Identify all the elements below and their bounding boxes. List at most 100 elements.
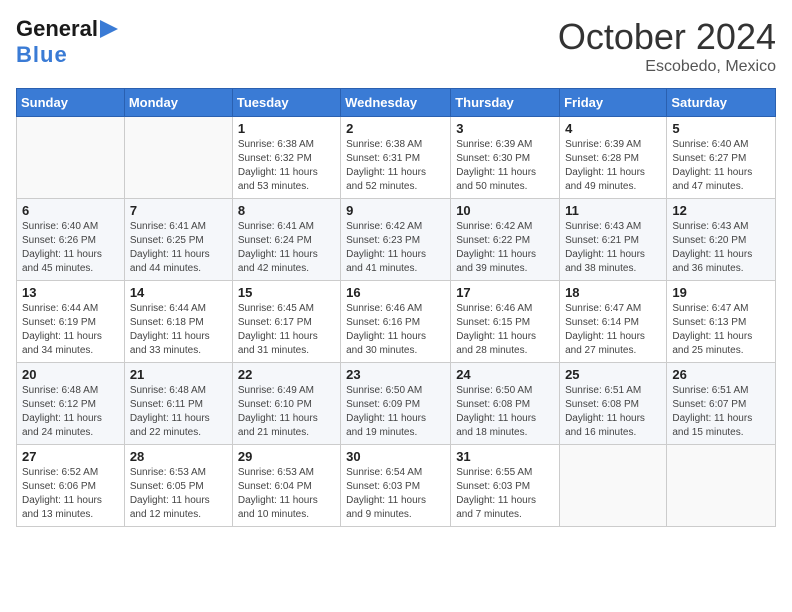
day-number: 12 — [672, 203, 770, 218]
calendar-cell: 13 Sunrise: 6:44 AM Sunset: 6:19 PM Dayli… — [17, 281, 125, 363]
day-info: Sunrise: 6:50 AM Sunset: 6:08 PM Dayligh… — [456, 384, 554, 440]
col-header-monday: Monday — [124, 89, 232, 117]
calendar-cell: 24 Sunrise: 6:50 AM Sunset: 6:08 PM Dayli… — [451, 363, 560, 445]
day-number: 8 — [238, 203, 335, 218]
logo: General Blue — [16, 16, 120, 68]
day-number: 21 — [130, 367, 227, 382]
day-info: Sunrise: 6:55 AM Sunset: 6:03 PM Dayligh… — [456, 466, 554, 522]
day-info: Sunrise: 6:43 AM Sunset: 6:20 PM Dayligh… — [672, 220, 770, 276]
day-number: 24 — [456, 367, 554, 382]
day-info: Sunrise: 6:41 AM Sunset: 6:24 PM Dayligh… — [238, 220, 335, 276]
calendar-cell — [667, 445, 776, 527]
col-header-friday: Friday — [560, 89, 667, 117]
calendar-cell: 10 Sunrise: 6:42 AM Sunset: 6:22 PM Dayli… — [451, 199, 560, 281]
day-number: 15 — [238, 285, 335, 300]
day-number: 4 — [565, 121, 661, 136]
day-number: 17 — [456, 285, 554, 300]
col-header-sunday: Sunday — [17, 89, 125, 117]
day-number: 31 — [456, 449, 554, 464]
day-number: 7 — [130, 203, 227, 218]
calendar-cell — [124, 117, 232, 199]
location: Escobedo, Mexico — [558, 58, 776, 76]
day-number: 6 — [22, 203, 119, 218]
calendar-cell: 27 Sunrise: 6:52 AM Sunset: 6:06 PM Dayli… — [17, 445, 125, 527]
title-area: October 2024 Escobedo, Mexico — [558, 16, 776, 76]
calendar-cell — [560, 445, 667, 527]
logo-arrow-icon — [100, 18, 120, 40]
day-info: Sunrise: 6:50 AM Sunset: 6:09 PM Dayligh… — [346, 384, 445, 440]
day-number: 30 — [346, 449, 445, 464]
day-info: Sunrise: 6:41 AM Sunset: 6:25 PM Dayligh… — [130, 220, 227, 276]
day-number: 14 — [130, 285, 227, 300]
col-header-tuesday: Tuesday — [232, 89, 340, 117]
calendar-cell: 9 Sunrise: 6:42 AM Sunset: 6:23 PM Daylig… — [341, 199, 451, 281]
calendar-cell: 25Sunrise: 6:51 AM Sunset: 6:08 PM Dayli… — [560, 363, 667, 445]
calendar-cell — [17, 117, 125, 199]
calendar-cell: 15 Sunrise: 6:45 AM Sunset: 6:17 PM Dayli… — [232, 281, 340, 363]
calendar-cell: 6Sunrise: 6:40 AM Sunset: 6:26 PM Daylig… — [17, 199, 125, 281]
day-number: 19 — [672, 285, 770, 300]
col-header-saturday: Saturday — [667, 89, 776, 117]
day-number: 1 — [238, 121, 335, 136]
day-number: 27 — [22, 449, 119, 464]
calendar-cell: 26Sunrise: 6:51 AM Sunset: 6:07 PM Dayli… — [667, 363, 776, 445]
day-number: 11 — [565, 203, 661, 218]
calendar-cell: 22Sunrise: 6:49 AM Sunset: 6:10 PM Dayli… — [232, 363, 340, 445]
day-info: Sunrise: 6:38 AM Sunset: 6:32 PM Dayligh… — [238, 138, 335, 194]
day-info: Sunrise: 6:48 AM Sunset: 6:12 PM Dayligh… — [22, 384, 119, 440]
day-info: Sunrise: 6:51 AM Sunset: 6:07 PM Dayligh… — [672, 384, 770, 440]
calendar-week-2: 6Sunrise: 6:40 AM Sunset: 6:26 PM Daylig… — [17, 199, 776, 281]
calendar-cell: 28Sunrise: 6:53 AM Sunset: 6:05 PM Dayli… — [124, 445, 232, 527]
logo-blue: Blue — [16, 42, 68, 67]
day-number: 23 — [346, 367, 445, 382]
calendar-cell: 1 Sunrise: 6:38 AM Sunset: 6:32 PM Daylig… — [232, 117, 340, 199]
day-info: Sunrise: 6:38 AM Sunset: 6:31 PM Dayligh… — [346, 138, 445, 194]
day-info: Sunrise: 6:43 AM Sunset: 6:21 PM Dayligh… — [565, 220, 661, 276]
calendar-cell: 5 Sunrise: 6:40 AM Sunset: 6:27 PM Daylig… — [667, 117, 776, 199]
calendar-body: 1 Sunrise: 6:38 AM Sunset: 6:32 PM Daylig… — [17, 117, 776, 527]
calendar-cell: 16Sunrise: 6:46 AM Sunset: 6:16 PM Dayli… — [341, 281, 451, 363]
page-header: General Blue October 2024 Escobedo, Mexi… — [16, 16, 776, 76]
day-info: Sunrise: 6:42 AM Sunset: 6:23 PM Dayligh… — [346, 220, 445, 276]
calendar-cell: 3Sunrise: 6:39 AM Sunset: 6:30 PM Daylig… — [451, 117, 560, 199]
calendar-cell: 21 Sunrise: 6:48 AM Sunset: 6:11 PM Dayli… — [124, 363, 232, 445]
day-info: Sunrise: 6:47 AM Sunset: 6:13 PM Dayligh… — [672, 302, 770, 358]
calendar-cell: 8 Sunrise: 6:41 AM Sunset: 6:24 PM Daylig… — [232, 199, 340, 281]
calendar-week-1: 1 Sunrise: 6:38 AM Sunset: 6:32 PM Daylig… — [17, 117, 776, 199]
day-number: 20 — [22, 367, 119, 382]
calendar-cell: 23 Sunrise: 6:50 AM Sunset: 6:09 PM Dayli… — [341, 363, 451, 445]
day-info: Sunrise: 6:46 AM Sunset: 6:15 PM Dayligh… — [456, 302, 554, 358]
calendar-cell: 17 Sunrise: 6:46 AM Sunset: 6:15 PM Dayli… — [451, 281, 560, 363]
logo-general: General — [16, 16, 98, 42]
day-info: Sunrise: 6:39 AM Sunset: 6:30 PM Dayligh… — [456, 138, 554, 194]
calendar-cell: 2Sunrise: 6:38 AM Sunset: 6:31 PM Daylig… — [341, 117, 451, 199]
calendar-cell: 4 Sunrise: 6:39 AM Sunset: 6:28 PM Daylig… — [560, 117, 667, 199]
day-number: 5 — [672, 121, 770, 136]
day-number: 9 — [346, 203, 445, 218]
calendar-cell: 18Sunrise: 6:47 AM Sunset: 6:14 PM Dayli… — [560, 281, 667, 363]
day-info: Sunrise: 6:39 AM Sunset: 6:28 PM Dayligh… — [565, 138, 661, 194]
day-info: Sunrise: 6:44 AM Sunset: 6:18 PM Dayligh… — [130, 302, 227, 358]
day-number: 13 — [22, 285, 119, 300]
day-number: 22 — [238, 367, 335, 382]
day-info: Sunrise: 6:48 AM Sunset: 6:11 PM Dayligh… — [130, 384, 227, 440]
day-number: 25 — [565, 367, 661, 382]
day-info: Sunrise: 6:54 AM Sunset: 6:03 PM Dayligh… — [346, 466, 445, 522]
calendar-cell: 29Sunrise: 6:53 AM Sunset: 6:04 PM Dayli… — [232, 445, 340, 527]
calendar-cell: 30 Sunrise: 6:54 AM Sunset: 6:03 PM Dayli… — [341, 445, 451, 527]
day-info: Sunrise: 6:40 AM Sunset: 6:27 PM Dayligh… — [672, 138, 770, 194]
day-info: Sunrise: 6:52 AM Sunset: 6:06 PM Dayligh… — [22, 466, 119, 522]
calendar-table: SundayMondayTuesdayWednesdayThursdayFrid… — [16, 88, 776, 527]
day-number: 28 — [130, 449, 227, 464]
day-number: 16 — [346, 285, 445, 300]
day-number: 18 — [565, 285, 661, 300]
calendar-cell: 7 Sunrise: 6:41 AM Sunset: 6:25 PM Daylig… — [124, 199, 232, 281]
day-number: 10 — [456, 203, 554, 218]
calendar-cell: 11 Sunrise: 6:43 AM Sunset: 6:21 PM Dayli… — [560, 199, 667, 281]
calendar-cell: 20 Sunrise: 6:48 AM Sunset: 6:12 PM Dayli… — [17, 363, 125, 445]
day-info: Sunrise: 6:42 AM Sunset: 6:22 PM Dayligh… — [456, 220, 554, 276]
day-info: Sunrise: 6:53 AM Sunset: 6:04 PM Dayligh… — [238, 466, 335, 522]
day-info: Sunrise: 6:44 AM Sunset: 6:19 PM Dayligh… — [22, 302, 119, 358]
calendar-cell: 31 Sunrise: 6:55 AM Sunset: 6:03 PM Dayli… — [451, 445, 560, 527]
day-info: Sunrise: 6:45 AM Sunset: 6:17 PM Dayligh… — [238, 302, 335, 358]
